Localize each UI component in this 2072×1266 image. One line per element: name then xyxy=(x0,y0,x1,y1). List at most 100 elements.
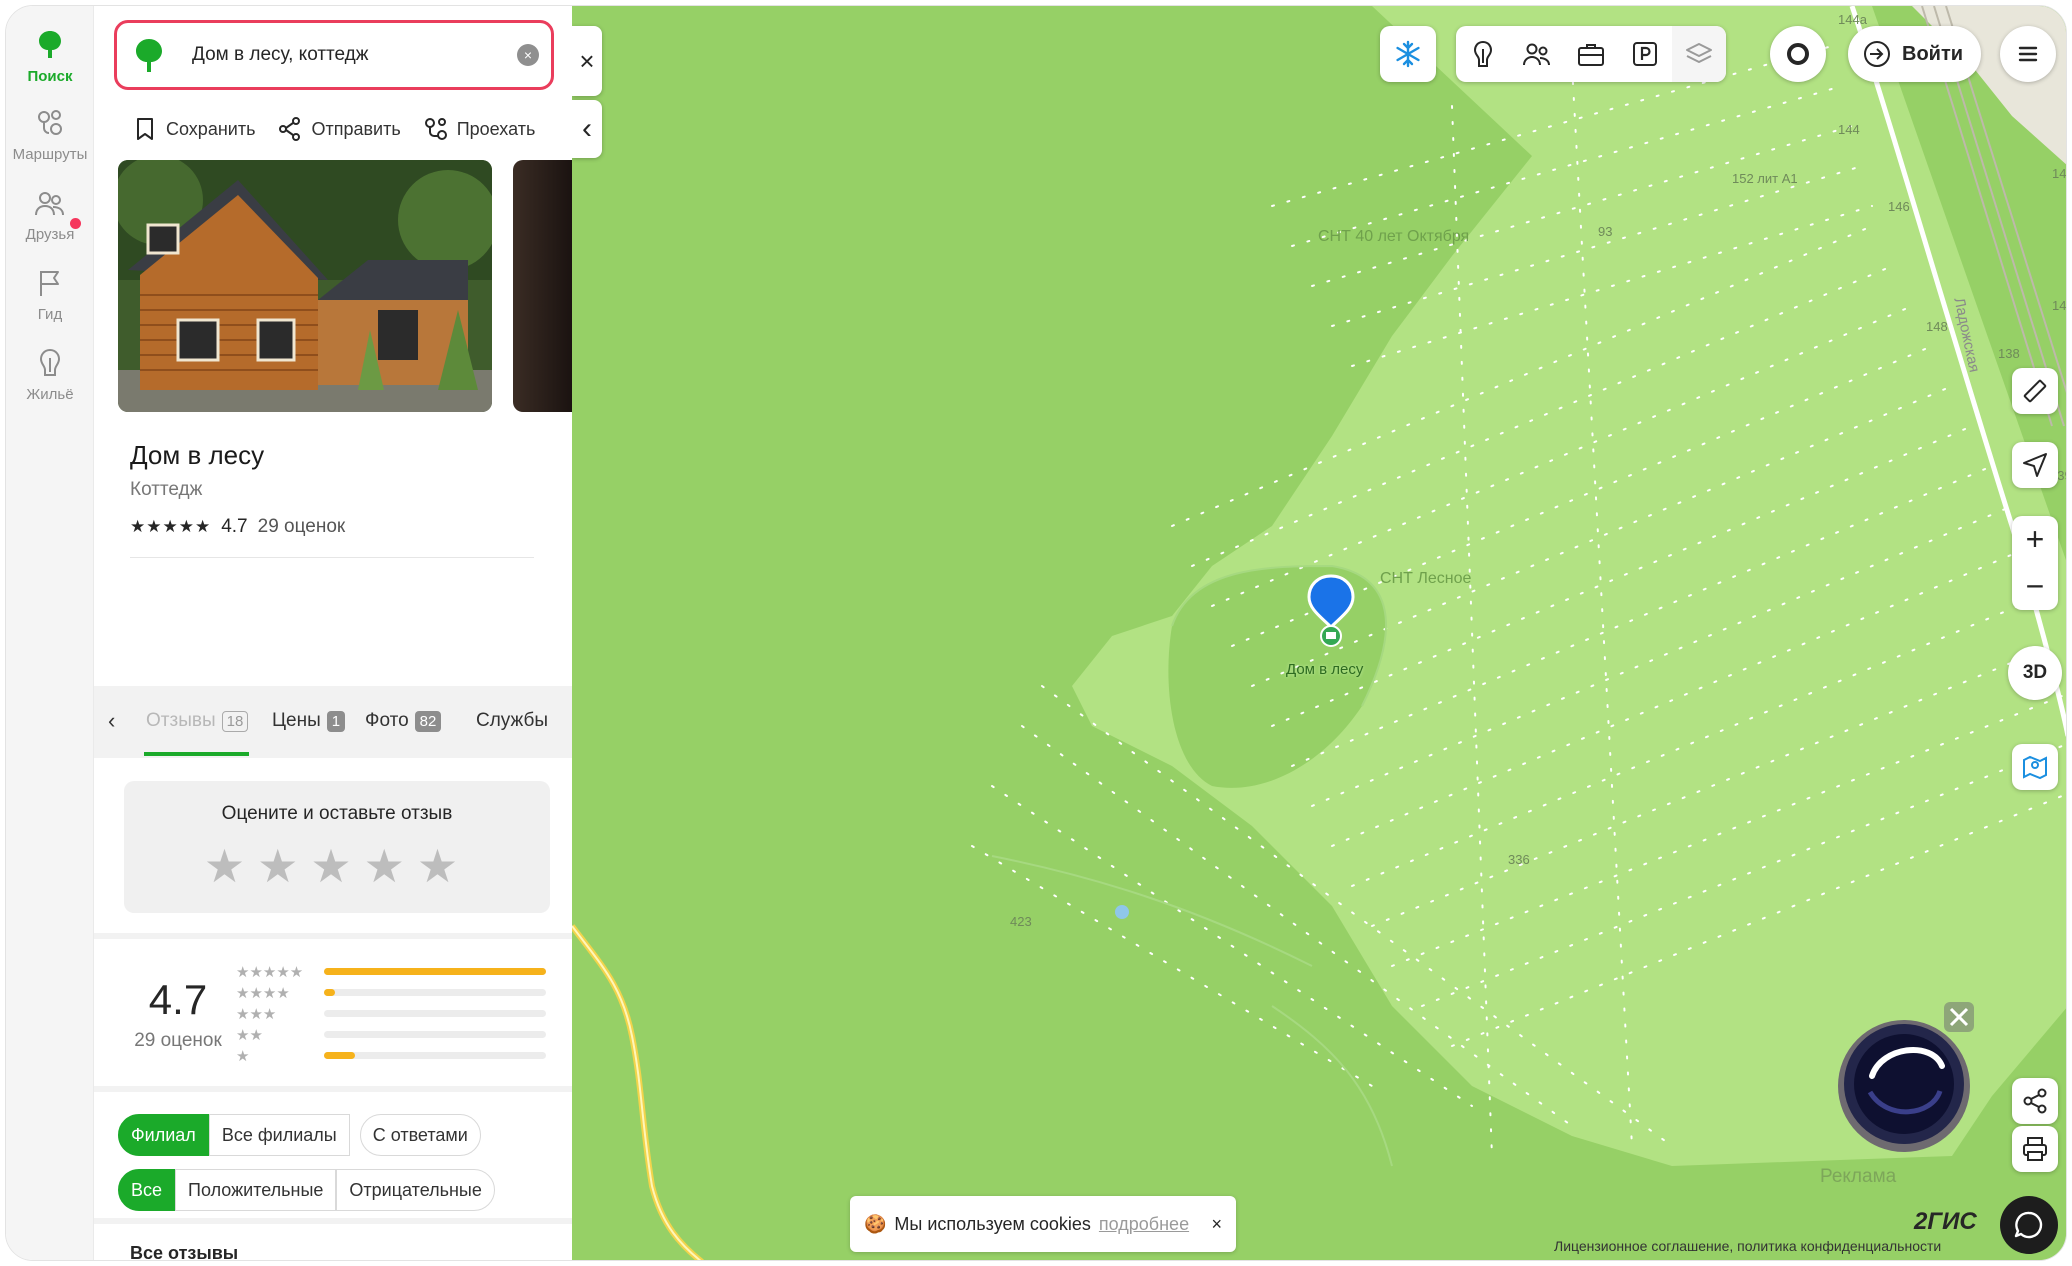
sentiment-filter: Все Положительные Отрицательные xyxy=(118,1169,495,1211)
briefcase-icon xyxy=(1578,44,1604,66)
bookmark-icon xyxy=(137,118,153,140)
filter-all-chip[interactable]: Все xyxy=(118,1169,176,1211)
map-label-snt-lesnoe: СНТ Лесное xyxy=(1380,570,1472,587)
ad-logo-icon[interactable] xyxy=(1832,996,1982,1166)
rating-count: 29 оценок xyxy=(257,516,346,537)
friends-layer-button[interactable] xyxy=(1510,26,1564,82)
3d-toggle-button[interactable]: 3D xyxy=(2008,646,2062,700)
place-pin-icon[interactable] xyxy=(1306,574,1356,648)
login-button[interactable]: Войти xyxy=(1848,26,1982,82)
map-number: 146 xyxy=(1888,199,1910,214)
map-number: 152 лит А1 xyxy=(1732,171,1798,186)
zoom-out-button[interactable]: − xyxy=(2012,563,2058,610)
share-icon xyxy=(2023,1088,2047,1114)
branch-filter: Филиал Все филиалы С ответами xyxy=(118,1114,481,1156)
nav-rail: Поиск Маршруты Друзья Гид Жильё xyxy=(6,6,94,1260)
map-number: 423 xyxy=(1010,914,1032,929)
filter-with-answers-chip[interactable]: С ответами xyxy=(359,1114,481,1156)
business-layer-button[interactable] xyxy=(1564,26,1618,82)
rating-summary-value: 4.7 xyxy=(148,976,208,1023)
rate-stars-input[interactable]: ★★★★★ xyxy=(124,839,550,893)
search-input[interactable] xyxy=(192,37,492,73)
housing-layer-button[interactable] xyxy=(1456,26,1510,82)
place-photo[interactable] xyxy=(118,160,492,412)
clear-search-icon[interactable]: × xyxy=(517,44,539,66)
map-number: 14 xyxy=(2052,166,2067,181)
divider xyxy=(130,557,534,558)
snowflake-icon xyxy=(1396,40,1420,68)
map-number: 93 xyxy=(1598,224,1613,239)
location-arrow-icon xyxy=(2023,453,2047,477)
tab-reviews[interactable]: Отзывы 18 xyxy=(146,710,249,732)
tabs-back-icon[interactable]: ‹ xyxy=(108,708,115,734)
map-layers-button[interactable] xyxy=(1672,26,1726,82)
brand-logo[interactable]: 2ГИС xyxy=(1914,1208,1977,1236)
collapse-panel-button[interactable]: ‹ xyxy=(572,100,602,158)
section-divider xyxy=(94,1218,572,1224)
rate-and-review-box: Оцените и оставьте отзыв ★★★★★ xyxy=(124,781,550,913)
ruler-button[interactable] xyxy=(2012,368,2058,414)
rating-distribution-fill xyxy=(324,968,546,975)
cookie-more-link[interactable]: подробнее xyxy=(1099,1214,1189,1235)
all-reviews-heading: Все отзывы xyxy=(130,1243,239,1260)
parking-layer-button[interactable] xyxy=(1618,26,1672,82)
license-link[interactable]: Лицензионное соглашение, политика конфид… xyxy=(1554,1238,1941,1254)
layers-icon xyxy=(1686,43,1712,63)
share-button[interactable]: Отправить xyxy=(277,114,401,144)
cookie-text: Мы используем cookies xyxy=(894,1213,1091,1234)
map-pin-button[interactable] xyxy=(2012,744,2058,790)
rail-item-housing[interactable]: Жильё xyxy=(6,346,94,403)
place-rating-row[interactable]: ★★★★★ 4.7 29 оценок xyxy=(130,516,345,538)
close-panel-button[interactable]: × xyxy=(572,26,602,96)
rail-item-search[interactable]: Поиск xyxy=(6,28,94,85)
map-number: 144 xyxy=(1838,122,1860,137)
share-icon xyxy=(279,117,301,141)
rail-item-label: Поиск xyxy=(27,68,73,85)
rating-value: 4.7 xyxy=(221,516,248,537)
camera-button[interactable] xyxy=(1770,26,1826,82)
rating-distribution-fill xyxy=(324,1052,356,1059)
housing-icon xyxy=(39,348,61,376)
print-button[interactable] xyxy=(2012,1126,2058,1172)
rail-item-label: Гид xyxy=(37,306,63,323)
rail-item-friends[interactable]: Друзья xyxy=(6,186,94,243)
winter-mode-button[interactable] xyxy=(1380,26,1436,82)
share-map-button[interactable] xyxy=(2012,1078,2058,1124)
map-number: 14 xyxy=(2052,298,2067,313)
rating-stars: ★★★★★ xyxy=(130,517,212,536)
cookie-banner: 🍪 Мы используем cookies подробнее × xyxy=(850,1196,1236,1252)
place-title: Дом в лесу xyxy=(130,440,265,470)
filter-branch-chip[interactable]: Филиал xyxy=(118,1114,209,1156)
active-tab-indicator xyxy=(144,752,249,756)
housing-icon xyxy=(1473,40,1493,67)
search-box[interactable]: × xyxy=(114,20,554,90)
tab-services[interactable]: Службы xyxy=(476,710,548,732)
chat-button[interactable] xyxy=(2000,1196,2058,1254)
zoom-in-button[interactable]: + xyxy=(2012,516,2058,563)
route-button[interactable]: Проехать xyxy=(423,114,535,144)
app-window: Поиск Маршруты Друзья Гид Жильё × xyxy=(5,5,2067,1261)
section-divider xyxy=(94,933,572,939)
rating-summary-count: 29 оценок xyxy=(134,1030,222,1051)
menu-button[interactable] xyxy=(2000,26,2056,82)
rail-item-label: Маршруты xyxy=(12,146,88,163)
tab-count: 1 xyxy=(326,710,346,732)
tab-photos[interactable]: Фото 82 xyxy=(365,710,442,732)
notification-dot xyxy=(70,218,81,229)
filter-negative-chip[interactable]: Отрицательные xyxy=(336,1169,495,1211)
filter-positive-chip[interactable]: Положительные xyxy=(175,1169,337,1211)
my-location-button[interactable] xyxy=(2012,442,2058,488)
tab-prices[interactable]: Цены 1 xyxy=(272,710,346,732)
rail-item-routes[interactable]: Маршруты xyxy=(6,106,94,163)
cookie-close-icon[interactable]: × xyxy=(1211,1214,1222,1235)
printer-icon xyxy=(2023,1137,2047,1161)
rating-distribution-bar xyxy=(324,1031,546,1038)
rail-item-guide[interactable]: Гид xyxy=(6,266,94,323)
save-button[interactable]: Сохранить xyxy=(132,114,255,144)
place-photo-next[interactable] xyxy=(513,160,572,412)
map-label-snt-40: СНТ 40 лет Октября xyxy=(1318,228,1470,245)
rating-summary: 4.7 29 оценок xyxy=(118,976,238,1052)
filter-all-branches-chip[interactable]: Все филиалы xyxy=(208,1114,350,1156)
pin-label[interactable]: Дом в лесу xyxy=(1286,661,1363,678)
map-view[interactable]: СНТ 40 лет Октября СНТ Лесное Ладожская … xyxy=(572,6,2067,1260)
